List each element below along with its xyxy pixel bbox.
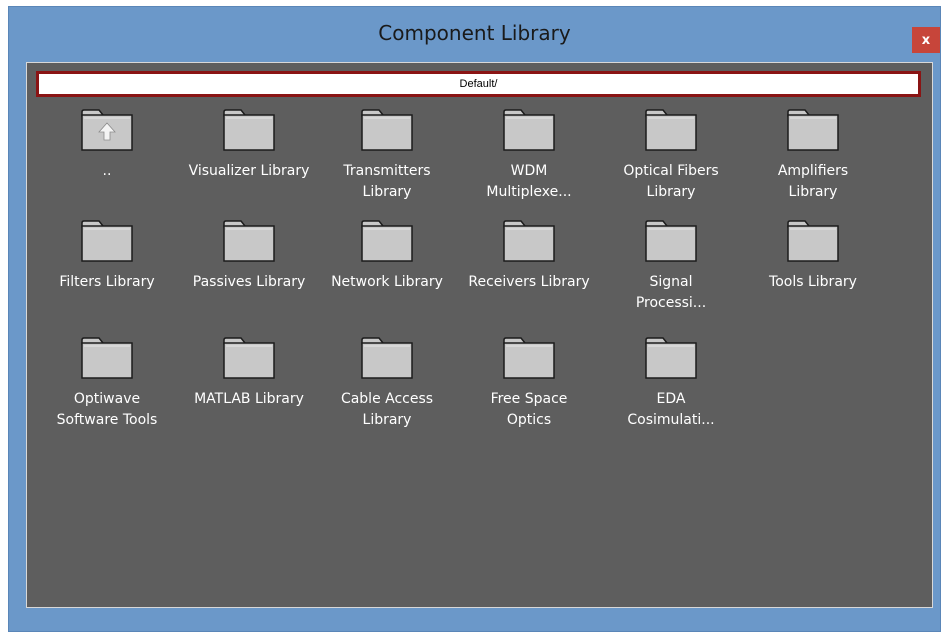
window-title: Component Library <box>378 21 571 45</box>
close-button[interactable]: x <box>912 27 940 53</box>
folder-label: .. <box>102 163 112 179</box>
folder-grid: .. Visualizer Library Transmitters Library… <box>27 63 932 607</box>
folder-icon <box>643 335 699 381</box>
folder-label: Transmitters Library <box>343 163 431 200</box>
folder-label: EDA Cosimulati... <box>627 391 715 428</box>
folder-item[interactable]: Passives Library <box>179 218 319 293</box>
folder-icon <box>643 218 699 264</box>
folder-icon <box>359 107 415 153</box>
folder-item[interactable]: Free Space Optics <box>459 335 599 431</box>
folder-icon <box>785 218 841 264</box>
folder-label: Network Library <box>331 274 443 290</box>
folder-label: WDM Multiplexe... <box>486 163 572 200</box>
folder-icon <box>359 335 415 381</box>
folder-label: MATLAB Library <box>194 391 304 407</box>
folder-label: Filters Library <box>59 274 155 290</box>
title-bar[interactable]: Component Library <box>9 7 940 59</box>
folder-item[interactable]: Signal Processi... <box>601 218 741 314</box>
component-library-window: Component Library x Default/ .. Visualize… <box>0 0 949 633</box>
folder-icon <box>221 107 277 153</box>
folder-item[interactable]: Network Library <box>317 218 457 293</box>
folder-label: Optiwave Software Tools <box>56 391 158 428</box>
folder-item[interactable]: Cable Access Library <box>317 335 457 431</box>
folder-item[interactable]: MATLAB Library <box>179 335 319 410</box>
folder-item[interactable]: Receivers Library <box>459 218 599 293</box>
folder-up-icon <box>79 107 135 153</box>
folder-icon <box>79 218 135 264</box>
folder-icon <box>785 107 841 153</box>
folder-icon <box>501 335 557 381</box>
folder-item[interactable]: Amplifiers Library <box>743 107 883 203</box>
folder-item[interactable]: EDA Cosimulati... <box>601 335 741 431</box>
folder-icon <box>501 218 557 264</box>
folder-item[interactable]: Visualizer Library <box>179 107 319 182</box>
folder-icon <box>643 107 699 153</box>
folder-label: Visualizer Library <box>188 163 310 179</box>
folder-label: Free Space Optics <box>490 391 568 428</box>
folder-item[interactable]: WDM Multiplexe... <box>459 107 599 203</box>
library-content-panel: Default/ .. Visualizer Library Transmitter… <box>26 62 933 608</box>
folder-item[interactable]: Filters Library <box>37 218 177 293</box>
folder-item[interactable]: Optical Fibers Library <box>601 107 741 203</box>
parent-folder-item[interactable]: .. <box>37 107 177 182</box>
folder-icon <box>221 218 277 264</box>
folder-icon <box>359 218 415 264</box>
folder-label: Amplifiers Library <box>777 163 849 200</box>
folder-item[interactable]: Optiwave Software Tools <box>37 335 177 431</box>
folder-label: Cable Access Library <box>340 391 434 428</box>
folder-item[interactable]: Transmitters Library <box>317 107 457 203</box>
folder-item[interactable]: Tools Library <box>743 218 883 293</box>
folder-icon <box>501 107 557 153</box>
folder-label: Optical Fibers Library <box>623 163 719 200</box>
folder-label: Signal Processi... <box>635 274 707 311</box>
folder-icon <box>79 335 135 381</box>
close-icon: x <box>921 32 931 48</box>
folder-icon <box>221 335 277 381</box>
folder-label: Tools Library <box>769 274 857 290</box>
folder-label: Receivers Library <box>468 274 590 290</box>
folder-label: Passives Library <box>192 274 306 290</box>
